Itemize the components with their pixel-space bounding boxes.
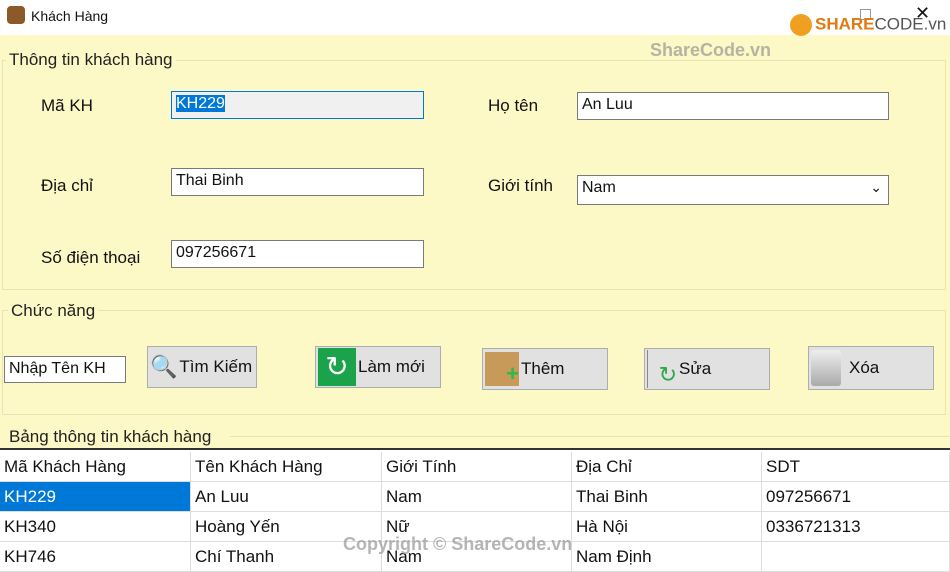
add-box-icon: +	[485, 352, 519, 386]
table-cell[interactable]: Nam Định	[572, 542, 762, 572]
chevron-down-icon: ⌄	[870, 179, 882, 195]
table-title: Bảng thông tin khách hàng	[6, 427, 215, 447]
copyright-watermark: Copyright © ShareCode.vn	[343, 534, 573, 554]
gioi-tinh-value: Nam	[582, 179, 616, 196]
search-input[interactable]: Nhập Tên KH	[4, 356, 126, 383]
column-header[interactable]: Địa Chỉ	[572, 452, 762, 482]
search-icon: 🔍	[150, 354, 178, 379]
dia-chi-field[interactable]: Thai Binh	[171, 168, 424, 196]
gioi-tinh-select[interactable]: Nam ⌄	[577, 175, 889, 205]
sdt-label: Số điện thoại	[41, 248, 141, 267]
column-header[interactable]: Giới Tính	[382, 452, 572, 482]
ma-kh-field[interactable]: KH229	[171, 91, 424, 119]
dia-chi-label: Địa chỉ	[41, 176, 93, 195]
func-group-title: Chức năng	[8, 301, 99, 321]
ma-kh-value: KH229	[176, 95, 225, 112]
title-bar: Khách Hàng ✕ SHARECODE.vn	[0, 0, 950, 36]
column-header[interactable]: SDT	[762, 452, 950, 482]
table-title-line	[230, 436, 950, 437]
table-cell[interactable]: KH340	[0, 512, 191, 542]
sharecode-logo: SHARECODE.vn	[790, 14, 946, 36]
column-header[interactable]: Tên Khách Hàng	[191, 452, 382, 482]
refresh-icon: ↻	[318, 348, 356, 386]
func-group	[2, 310, 946, 415]
gioi-tinh-label: Giới tính	[488, 176, 554, 195]
table-cell[interactable]	[762, 542, 950, 572]
table-cell[interactable]: KH229	[0, 482, 191, 512]
column-header[interactable]: Mã Khách Hàng	[0, 452, 191, 482]
ho-ten-label: Họ tên	[488, 96, 539, 115]
table-cell[interactable]: 097256671	[762, 482, 950, 512]
edit-button[interactable]: ↻ Sửa	[644, 348, 770, 390]
sdt-field[interactable]: 097256671	[171, 240, 424, 268]
watermark-text: ShareCode.vn	[650, 40, 772, 60]
table-cell[interactable]: Nam	[382, 482, 572, 512]
table-cell[interactable]: Thai Binh	[572, 482, 762, 512]
add-button[interactable]: + Thêm	[482, 348, 608, 390]
table-cell[interactable]: Hà Nội	[572, 512, 762, 542]
trash-icon	[811, 350, 841, 386]
table-cell[interactable]: An Luu	[191, 482, 382, 512]
delete-button[interactable]: Xóa	[808, 346, 934, 390]
edit-document-icon: ↻	[647, 350, 677, 388]
ho-ten-field[interactable]: An Luu	[577, 92, 889, 120]
refresh-button[interactable]: ↻ Làm mới	[315, 346, 441, 388]
table-cell[interactable]: KH746	[0, 542, 191, 572]
table-cell[interactable]: 0336721313	[762, 512, 950, 542]
info-group-title: Thông tin khách hàng	[6, 50, 176, 70]
window-title: Khách Hàng	[31, 8, 109, 24]
search-button[interactable]: 🔍 Tìm Kiếm	[147, 346, 257, 388]
ma-kh-label: Mã KH	[41, 96, 93, 115]
app-icon	[7, 6, 25, 24]
